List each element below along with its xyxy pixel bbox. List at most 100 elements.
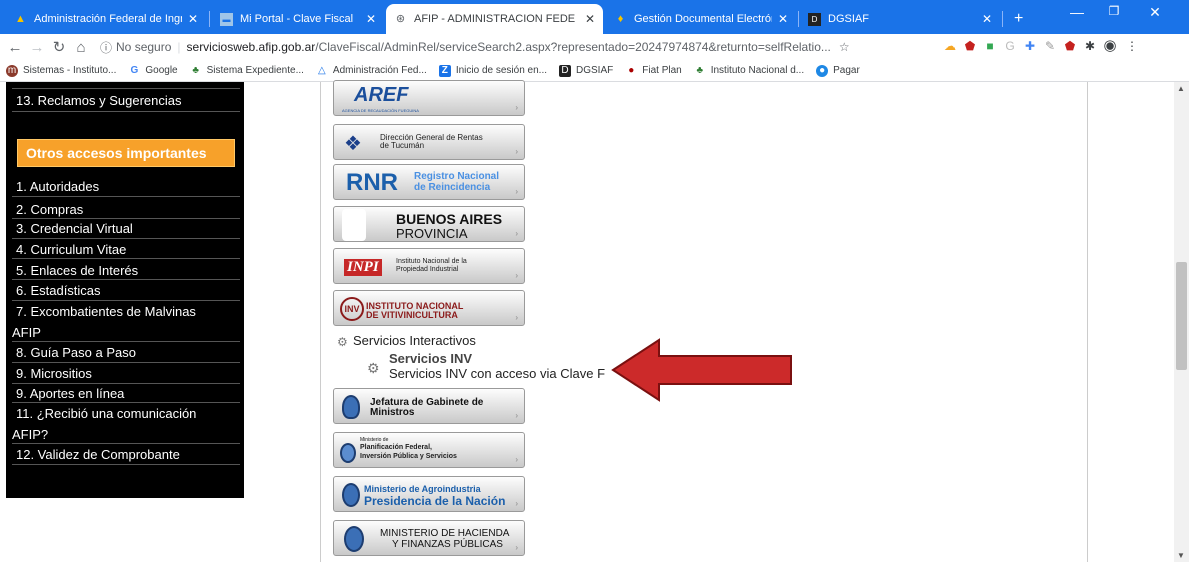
tab-afip-admin[interactable]: ⊛ AFIP - ADMINISTRACION FEDE ✕ xyxy=(386,4,603,34)
banner-tucuman[interactable]: ❖ Dirección General de Rentas de Tucumán… xyxy=(333,124,525,160)
extension-shield-icon[interactable]: ⬟ xyxy=(962,38,978,54)
sidebar-item-estadisticas[interactable]: 6. Estadísticas xyxy=(16,283,101,298)
bookmark-icon: m xyxy=(6,64,18,77)
sidebar-item-curriculum[interactable]: 4. Curriculum Vitae xyxy=(16,242,126,257)
bookmark-expediente[interactable]: ♣ Sistema Expediente... xyxy=(190,65,304,77)
sidebar-item-credencial[interactable]: 3. Credencial Virtual xyxy=(16,221,133,236)
close-window-icon[interactable]: ✕ xyxy=(1140,4,1170,21)
close-icon[interactable]: ✕ xyxy=(188,12,198,26)
tab-dgsiaf[interactable]: D DGSIAF ✕ xyxy=(800,4,1000,34)
scroll-up-icon[interactable]: ▲ xyxy=(1177,84,1185,93)
reload-icon[interactable]: ↻ xyxy=(48,38,70,56)
forward-icon[interactable]: → xyxy=(26,39,48,56)
extension-cloud-icon[interactable]: ☁ xyxy=(942,38,958,54)
tab-afip[interactable]: ▲ Administración Federal de Ingr ✕ xyxy=(6,4,206,34)
bookmarks-bar: m Sistemas - Instituto... G Google ♣ Sistem… xyxy=(0,60,1189,82)
sidebar-item-compras[interactable]: 2. Compras xyxy=(16,202,83,217)
rentas-logo-icon: ❖ xyxy=(344,133,362,155)
back-icon[interactable]: ← xyxy=(4,39,26,56)
minimize-icon[interactable]: — xyxy=(1062,4,1092,20)
bookmark-google[interactable]: G Google xyxy=(128,65,177,77)
sidebar-item-excombatientes[interactable]: 7. Excombatientes de Malvinas xyxy=(16,304,196,319)
bookmark-icon: ♣ xyxy=(696,64,703,76)
bookmark-icon: Z xyxy=(438,64,451,77)
scrollbar-thumb[interactable] xyxy=(1176,262,1187,370)
bookmark-icon: ♣ xyxy=(192,64,199,76)
banner-buenos-aires[interactable]: BUENOS AIRES PROVINCIA › xyxy=(333,206,525,242)
escudo-icon xyxy=(342,395,360,419)
banner-jefatura[interactable]: Jefatura de Gabinete de Ministros › xyxy=(333,388,525,424)
banner-planificacion[interactable]: Ministerio de Planificación Federal, Inv… xyxy=(333,432,525,468)
close-icon[interactable]: ✕ xyxy=(778,12,788,26)
escudo-icon xyxy=(344,526,364,552)
home-icon[interactable]: ⌂ xyxy=(70,39,92,56)
afip-icon: △ xyxy=(318,64,326,76)
extension-ublock-icon[interactable]: ⬟ xyxy=(1062,38,1078,54)
close-icon[interactable]: ✕ xyxy=(366,12,376,26)
banner-rnr[interactable]: RNR Registro Nacional de Reincidencia › xyxy=(333,164,525,200)
sidebar-item-afip-2[interactable]: AFIP? xyxy=(12,427,48,442)
bookmark-sistemas[interactable]: m Sistemas - Instituto... xyxy=(6,64,116,77)
globe-icon: ⊛ xyxy=(395,12,406,25)
extension-pen-icon[interactable]: ✎ xyxy=(1042,38,1058,54)
bookmark-instituto[interactable]: ♣ Instituto Nacional d... xyxy=(694,65,804,77)
service-description: Servicios INV con acceso via Clave F xyxy=(389,366,606,381)
services-tree-icon: ⚙ xyxy=(337,335,348,349)
tab-mi-portal[interactable]: ▬ Mi Portal - Clave Fiscal ✕ xyxy=(212,4,384,34)
sidebar-item-aportes[interactable]: 9. Aportes en línea xyxy=(16,386,124,401)
banner-agroindustria[interactable]: Ministerio de Agroindustria Presidencia … xyxy=(333,476,525,512)
aref-logo: AREF xyxy=(354,84,409,106)
banner-hacienda[interactable]: MINISTERIO DE HACIENDA Y FINANZAS PÚBLIC… xyxy=(333,520,525,556)
banner-aref[interactable]: AREF AGENCIA DE RECAUDACIÓN FUEGUINA › xyxy=(333,80,525,116)
extensions-icon[interactable]: ✱ xyxy=(1082,38,1098,54)
close-icon[interactable]: ✕ xyxy=(585,12,595,26)
afip-icon: ▲ xyxy=(15,12,26,25)
google-icon: G xyxy=(130,64,139,76)
address-bar[interactable]: ⓘ No seguro | serviciosweb.afip.gob.ar/C… xyxy=(100,36,920,58)
pagar-icon: ● xyxy=(816,64,829,77)
banner-inv[interactable]: INV INSTITUTO NACIONAL DE VITIVINICULTUR… xyxy=(333,290,525,326)
main-content: AREF AGENCIA DE RECAUDACIÓN FUEGUINA › ❖… xyxy=(320,80,1088,562)
dgsiaf-icon: D xyxy=(808,12,821,26)
new-tab-button[interactable]: + xyxy=(1006,4,1030,34)
profile-icon[interactable]: ◉ xyxy=(1102,38,1118,54)
extension-puzzle-color-icon[interactable]: ✚ xyxy=(1022,38,1038,54)
escudo-icon xyxy=(342,483,360,507)
star-icon[interactable]: ☆ xyxy=(839,40,850,54)
sidebar-item-validez[interactable]: 12. Validez de Comprobante xyxy=(16,447,180,462)
bookmark-pagar[interactable]: ● Pagar xyxy=(816,64,860,77)
fiat-icon: ● xyxy=(628,64,635,76)
gde-icon: ♦ xyxy=(617,12,624,25)
dgsiaf-icon: D xyxy=(559,64,572,77)
tab-gde[interactable]: ♦ Gestión Documental Electrónic ✕ xyxy=(606,4,796,34)
sidebar-item-guia[interactable]: 8. Guía Paso a Paso xyxy=(16,345,136,360)
sidebar-item-afip[interactable]: AFIP xyxy=(12,325,41,340)
info-icon[interactable]: ⓘ xyxy=(100,39,112,56)
sidebar-item-comunicacion[interactable]: 11. ¿Recibió una comunicación xyxy=(16,406,196,421)
gear-icon: ⚙ xyxy=(367,360,380,376)
services-heading: Servicios Interactivos xyxy=(353,333,476,348)
escudo-icon xyxy=(340,443,356,463)
sidebar: 13. Reclamos y Sugerencias Otros accesos… xyxy=(6,82,244,498)
sidebar-item-reclamos[interactable]: 13. Reclamos y Sugerencias xyxy=(16,93,181,108)
red-arrow-annotation xyxy=(611,338,792,402)
close-icon[interactable]: ✕ xyxy=(982,12,992,26)
bookmark-administracion[interactable]: △ Administración Fed... xyxy=(316,65,427,77)
sidebar-item-autoridades[interactable]: 1. Autoridades xyxy=(16,179,99,194)
portal-icon: ▬ xyxy=(220,12,233,26)
section-heading: Otros accesos importantes xyxy=(17,139,235,167)
scroll-down-icon[interactable]: ▼ xyxy=(1177,551,1185,560)
banner-inpi[interactable]: INPI Instituto Nacional de la Propiedad … xyxy=(333,248,525,284)
extension-g-icon[interactable]: G xyxy=(1002,38,1018,54)
menu-icon[interactable]: ⋮ xyxy=(1124,38,1140,54)
restore-icon[interactable]: ❐ xyxy=(1099,4,1129,18)
tab-strip: ▲ Administración Federal de Ingr ✕ ▬ Mi … xyxy=(0,0,1189,34)
bookmark-dgsiaf[interactable]: D DGSIAF xyxy=(559,64,613,77)
ba-logo-icon xyxy=(342,209,366,241)
extension-green-icon[interactable]: ■ xyxy=(982,38,998,54)
sidebar-item-micrositios[interactable]: 9. Micrositios xyxy=(16,366,92,381)
sidebar-item-enlaces[interactable]: 5. Enlaces de Interés xyxy=(16,263,138,278)
bookmark-fiat-plan[interactable]: ● Fiat Plan xyxy=(625,64,682,77)
service-link-inv[interactable]: Servicios INV xyxy=(389,351,472,366)
bookmark-inicio-sesion[interactable]: Z Inicio de sesión en... xyxy=(438,64,547,77)
